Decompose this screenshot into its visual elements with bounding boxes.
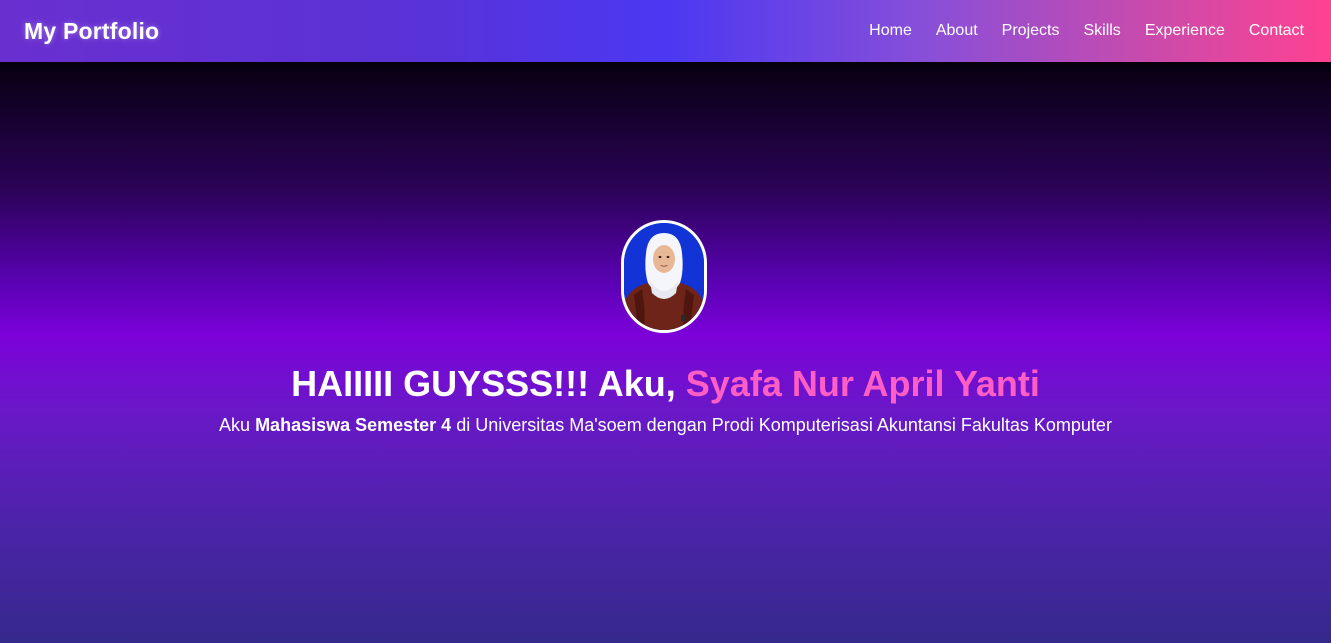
nav-link-about[interactable]: About bbox=[936, 22, 978, 40]
nav-link-home[interactable]: Home bbox=[869, 22, 912, 40]
nav-link-skills[interactable]: Skills bbox=[1083, 22, 1120, 40]
profile-photo bbox=[621, 220, 707, 333]
brand-logo[interactable]: My Portfolio bbox=[24, 18, 159, 45]
hero-subtitle: Aku Mahasiswa Semester 4 di Universitas … bbox=[0, 414, 1331, 436]
nav-link-projects[interactable]: Projects bbox=[1002, 22, 1060, 40]
hero-section: HAIIIII GUYSSS!!! Aku, Syafa Nur April Y… bbox=[0, 62, 1331, 643]
navbar: My Portfolio Home About Projects Skills … bbox=[0, 0, 1331, 62]
hero-sub-bold: Mahasiswa Semester 4 bbox=[255, 415, 452, 435]
hero-sub-prefix: Aku bbox=[219, 415, 256, 435]
hero-title: HAIIIII GUYSSS!!! Aku, Syafa Nur April Y… bbox=[0, 362, 1331, 406]
nav-link-experience[interactable]: Experience bbox=[1145, 22, 1225, 40]
hero-greeting: HAIIIII GUYSSS!!! Aku, bbox=[291, 363, 686, 404]
nav-links: Home About Projects Skills Experience Co… bbox=[845, 22, 1304, 40]
profile-photo-image bbox=[624, 223, 704, 330]
hero-sub-suffix: di Universitas Ma'soem dengan Prodi Komp… bbox=[451, 415, 1112, 435]
hero-name: Syafa Nur April Yanti bbox=[685, 363, 1040, 404]
nav-link-contact[interactable]: Contact bbox=[1249, 22, 1304, 40]
